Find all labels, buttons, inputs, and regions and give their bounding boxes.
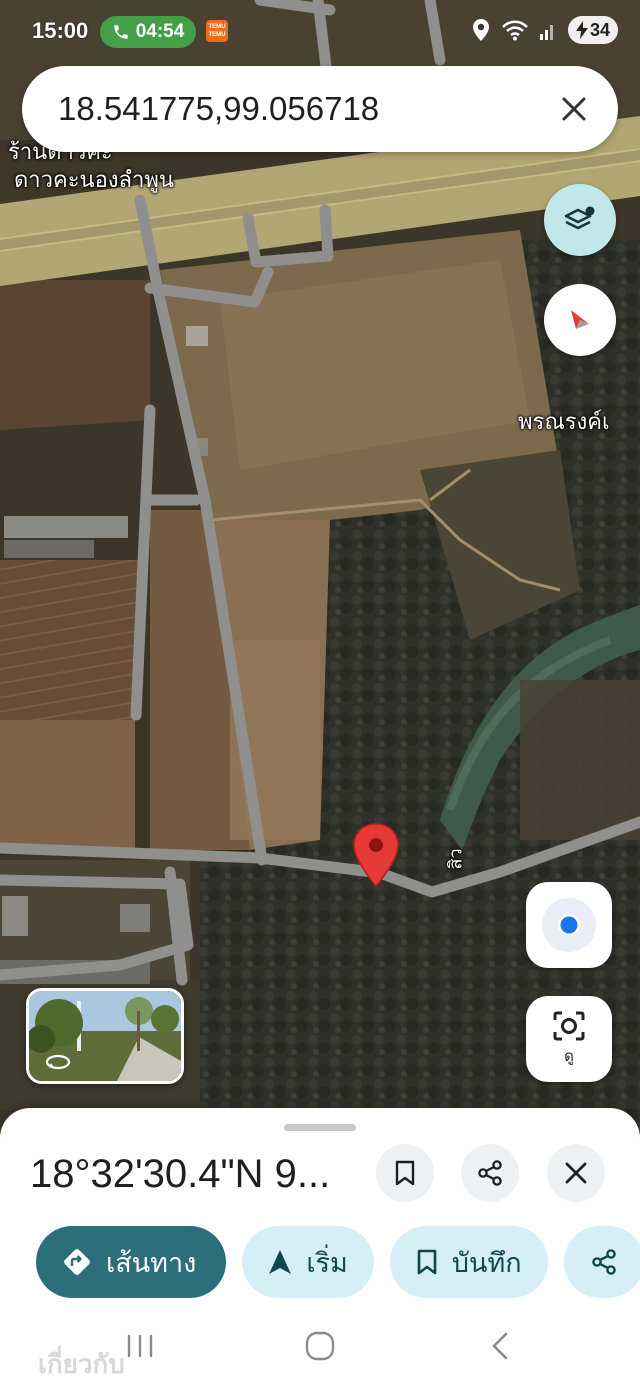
status-time: 15:00 [32, 18, 89, 43]
location-pin-icon[interactable] [352, 822, 400, 888]
lens-label: ดู [564, 1047, 574, 1065]
call-timer: 04:54 [135, 21, 185, 42]
charging-bolt-icon [575, 21, 588, 39]
temu-app-icon: TEMU TEMU [206, 20, 228, 42]
recent-apps-icon [127, 1335, 153, 1357]
compass-button[interactable] [544, 284, 616, 356]
signal-icon [539, 25, 553, 40]
place-title: 18°32'30.4"N 9... [30, 1152, 331, 1196]
search-bar[interactable]: 18.541775,99.056718 [22, 66, 618, 152]
compass-icon [571, 310, 589, 329]
bookmark-icon [395, 1160, 415, 1186]
street-view-thumbnail[interactable] [26, 988, 184, 1084]
temu-badge-text: TEMU [208, 24, 226, 30]
home-icon [305, 1331, 335, 1361]
ongoing-call-pill[interactable]: 04:54 [100, 16, 196, 48]
navigation-arrow-icon [269, 1250, 292, 1274]
close-sheet-button[interactable] [547, 1144, 605, 1202]
back-button[interactable] [470, 1326, 530, 1366]
directions-icon [64, 1249, 90, 1275]
directions-label: เส้นทาง [106, 1247, 197, 1279]
my-location-icon [542, 898, 596, 952]
start-button[interactable]: เริ่ม [242, 1226, 374, 1298]
clear-search-button[interactable] [544, 79, 604, 139]
back-chevron-icon [492, 1332, 508, 1360]
battery-indicator: 34 [567, 16, 618, 44]
share-button[interactable] [563, 1226, 640, 1298]
location-icon [472, 19, 489, 41]
map-layers-button[interactable] [544, 184, 616, 256]
lens-view-button[interactable]: ดู [526, 996, 612, 1082]
map-label-road: สิว [445, 848, 467, 870]
battery-level: 34 [589, 19, 610, 40]
status-bar: 15:00 04:54 TEMU TEMU 34 [0, 0, 640, 64]
sheet-drag-handle[interactable] [284, 1124, 356, 1131]
save-icon-button[interactable] [376, 1144, 434, 1202]
search-query-text[interactable]: 18.541775,99.056718 [58, 90, 544, 128]
close-icon [562, 97, 586, 121]
camera-lens-icon [553, 1011, 585, 1041]
rotate-360-icon [45, 1054, 71, 1070]
share-icon [591, 1249, 616, 1275]
temu-badge-text-2: TEMU [208, 32, 226, 38]
save-label: บันทึก [451, 1247, 522, 1279]
save-button[interactable]: บันทึก [389, 1226, 548, 1298]
phone-icon [113, 25, 128, 39]
share-icon-button[interactable] [461, 1144, 519, 1202]
map-label-place[interactable]: พรณรงค์เ [518, 410, 610, 436]
wifi-icon [502, 20, 528, 41]
system-navigation-bar [0, 1306, 640, 1386]
close-icon [565, 1162, 587, 1184]
map-label-shop[interactable]: ดาวคะนองลำพูน [14, 168, 174, 194]
home-button[interactable] [290, 1326, 350, 1366]
bookmark-icon [417, 1249, 437, 1275]
directions-button[interactable]: เส้นทาง [36, 1226, 227, 1298]
my-location-button[interactable] [526, 882, 612, 968]
action-chips: เส้นทาง เริ่ม บันทึก [36, 1226, 640, 1298]
start-label: เริ่ม [306, 1247, 348, 1279]
share-icon [478, 1160, 502, 1186]
layers-icon [564, 206, 595, 230]
recent-apps-button[interactable] [110, 1326, 170, 1366]
